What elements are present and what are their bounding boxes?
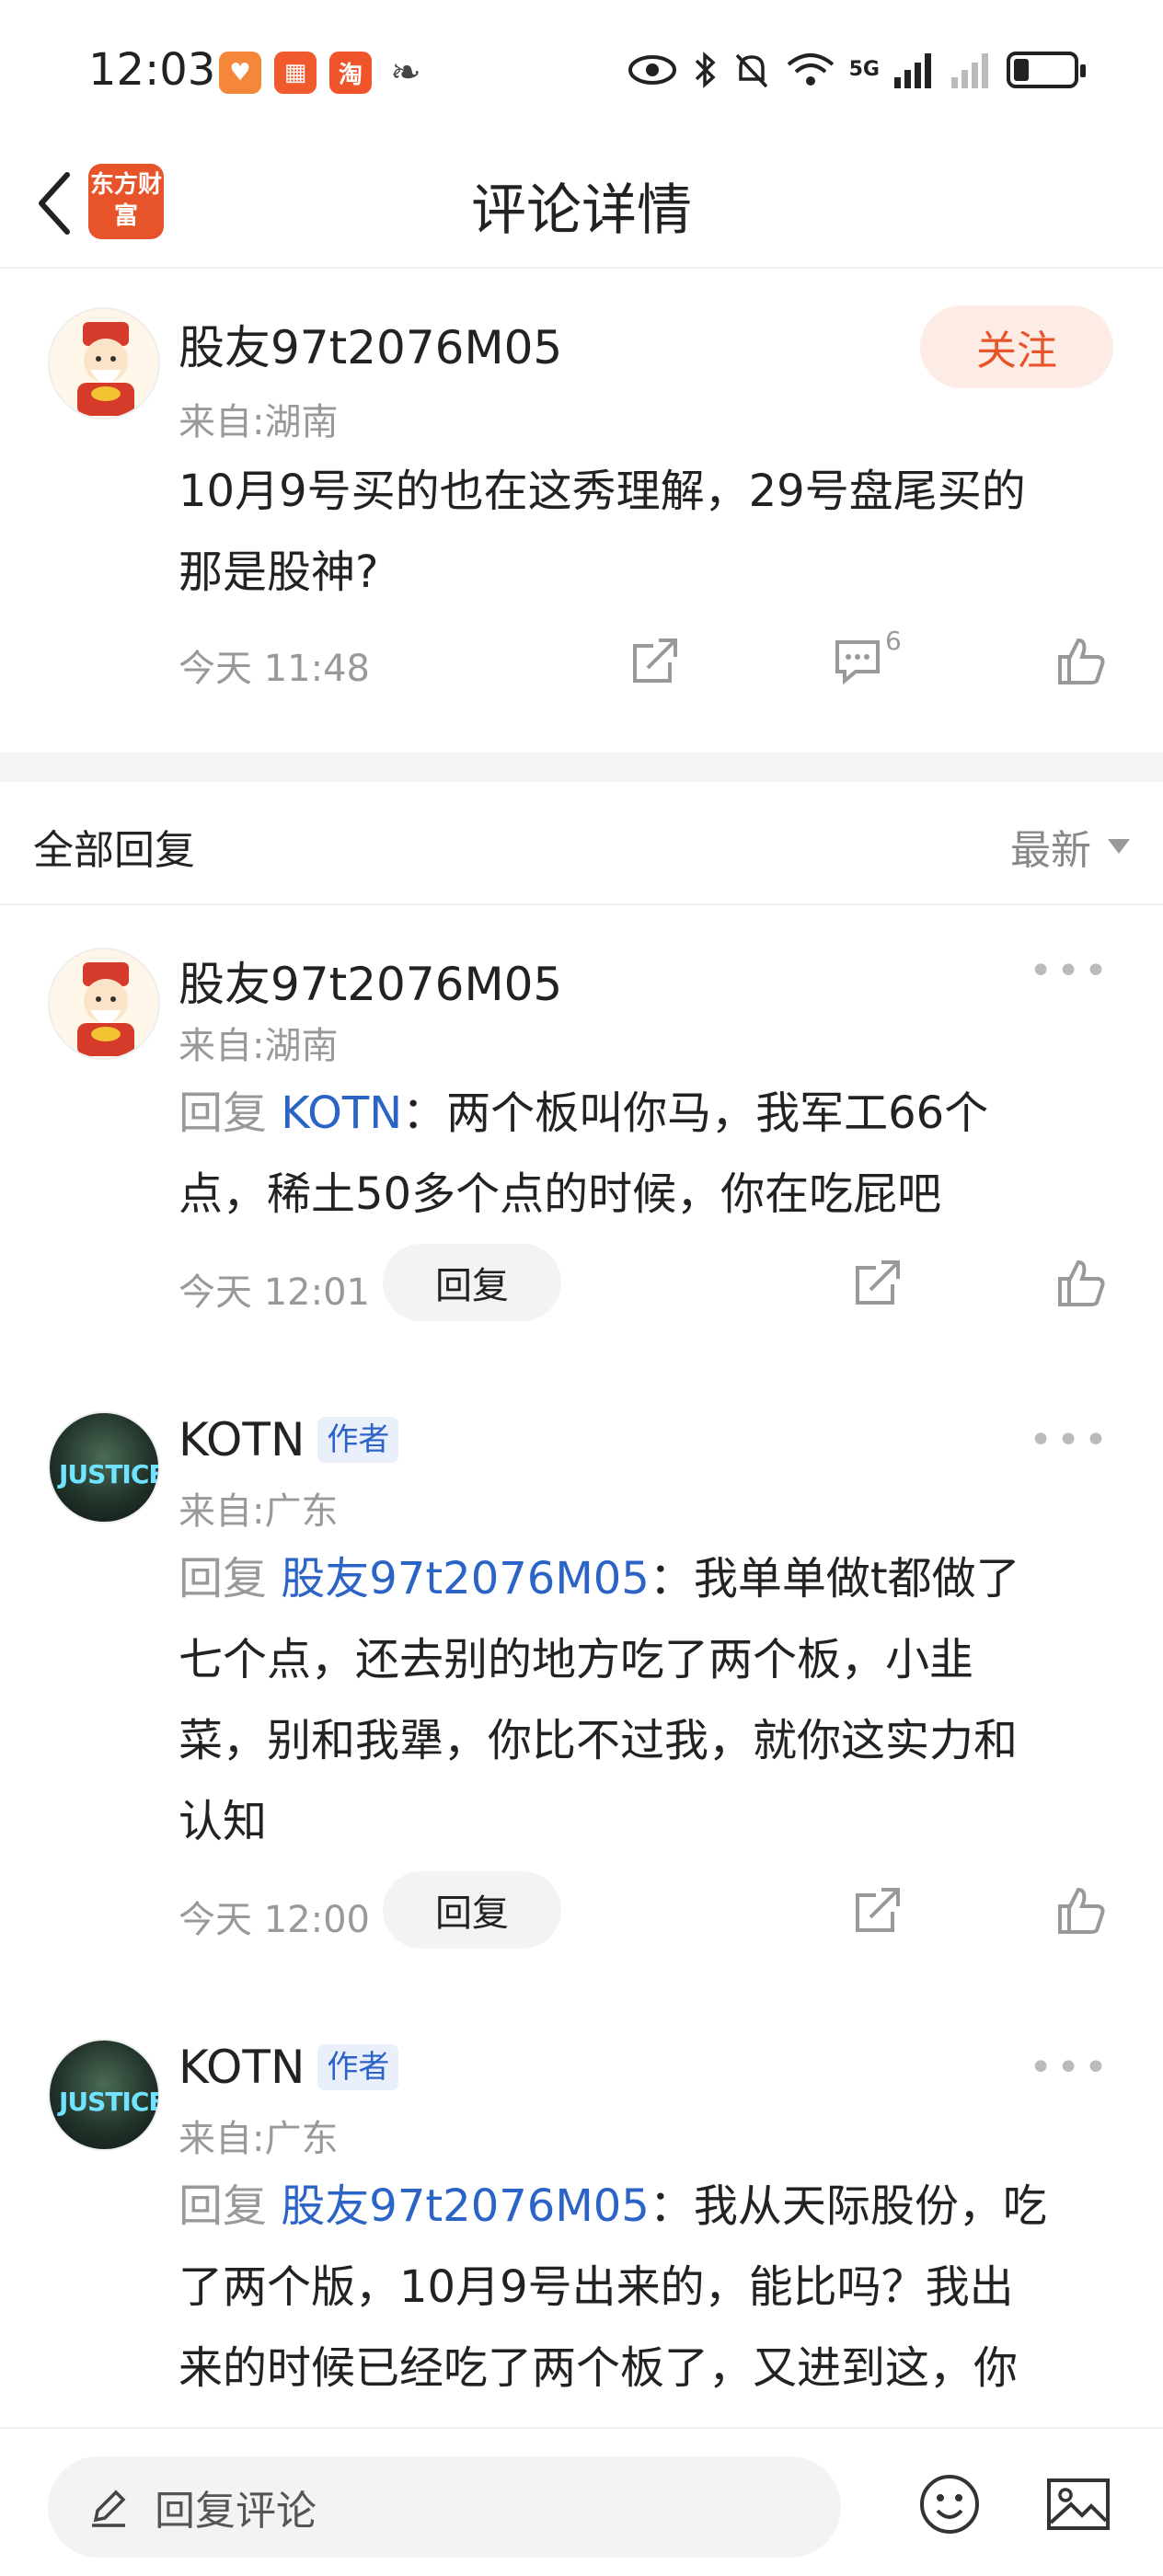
battery-icon <box>1007 52 1086 88</box>
avatar[interactable] <box>48 948 160 1060</box>
share-icon <box>856 1260 900 1305</box>
reply-text-line: 回复 股友97t2076M05：我从天际股份，吃 <box>178 2166 1126 2247</box>
reply-input[interactable]: 回复评论 <box>48 2456 841 2558</box>
thumbs-up-icon <box>1058 1887 1105 1934</box>
more-options-button[interactable]: ••• <box>1029 948 1111 995</box>
reply-count-badge: 6 <box>885 626 902 656</box>
bottom-reply-bar: 回复评论 <box>0 2427 1163 2576</box>
smiley-icon <box>920 2475 979 2534</box>
section-divider <box>0 753 1163 782</box>
comment-button[interactable] <box>824 627 891 694</box>
status-indicators: 5G <box>627 50 1086 90</box>
share-button[interactable] <box>622 627 688 694</box>
sort-dropdown[interactable]: 最新 <box>1010 817 1130 876</box>
comment-bubble-icon <box>835 640 880 685</box>
mute-bell-icon <box>735 53 767 88</box>
taobao-app-icon: 淘 <box>329 52 372 94</box>
more-options-button[interactable]: ••• <box>1029 2044 1111 2091</box>
pencil-icon <box>92 2490 126 2527</box>
reply-text-segment: ：两个板叫你马，我军工66个 <box>402 1087 989 1139</box>
reply-to-user-link[interactable]: 股友97t2076M05 <box>281 1553 650 1604</box>
reply-button[interactable]: 回复 <box>383 1244 561 1321</box>
wifi-icon <box>787 53 834 86</box>
comment-text: 10月9号买的也在这秀理解，29号盘尾买的 那是股神? <box>178 451 1126 613</box>
reply-text-line: 回复 股友97t2076M05：我单单做t都做了 <box>178 1538 1126 1619</box>
reply-text-line: 来的时候已经吃了两个板了，又进到这，你 <box>178 2342 1019 2394</box>
reply-text-line: 了两个版，10月9号出来的，能比吗？我出 <box>178 2261 1014 2313</box>
follow-button[interactable]: 关注 <box>920 305 1113 388</box>
top-nav-bar: 东方财富 评论详情 <box>0 138 1163 269</box>
reply-username-text: KOTN <box>178 1413 305 1466</box>
reply-to-user-link[interactable]: 股友97t2076M05 <box>281 2180 650 2232</box>
author-badge: 作者 <box>317 1417 399 1463</box>
reply-location: 来自:广东 <box>178 2118 339 2160</box>
comment-time: 今天 11:48 <box>178 648 370 690</box>
image-button[interactable] <box>1043 2469 1113 2539</box>
network-type: 5G <box>848 58 880 81</box>
reply-text-line: 认知 <box>178 1796 268 1847</box>
thumbs-up-icon <box>1058 1259 1105 1306</box>
share-icon <box>633 638 677 683</box>
reply-prefix: 回复 <box>178 2180 268 2232</box>
reply-username-text: KOTN <box>178 2041 305 2094</box>
emoji-button[interactable] <box>915 2469 985 2539</box>
reply-button[interactable]: 回复 <box>383 1871 561 1949</box>
avatar-text: JUSTICE <box>59 2087 160 2117</box>
section-line <box>0 903 1163 905</box>
caishen-avatar-icon <box>77 962 134 1056</box>
reply-to-user-link[interactable]: KOTN <box>281 1087 402 1139</box>
leaf-app-icon: ❧ <box>390 52 421 94</box>
avatar[interactable]: JUSTICE <box>48 2039 160 2151</box>
like-button[interactable] <box>1047 627 1113 694</box>
sort-label: 最新 <box>1010 827 1091 874</box>
reply-text-line: 七个点，还去别的地方吃了两个板，小韭 <box>178 1634 974 1685</box>
page-title: 评论详情 <box>471 178 692 243</box>
comment-username[interactable]: 股友97t2076M05 <box>178 311 562 377</box>
reply-input-placeholder: 回复评论 <box>155 2488 317 2535</box>
eye-icon <box>628 55 676 85</box>
more-options-button[interactable]: ••• <box>1029 1417 1111 1464</box>
reply-username[interactable]: KOTN 作者 <box>178 2041 399 2094</box>
avatar[interactable] <box>48 307 160 420</box>
share-icon <box>856 1888 900 1932</box>
grid-app-icon: ▦ <box>274 52 317 94</box>
reply-username[interactable]: 股友97t2076M05 <box>178 948 562 1014</box>
comment-text-line: 那是股神? <box>178 546 379 598</box>
reply-location: 来自:湖南 <box>178 1025 339 1067</box>
reply-text: 回复 股友97t2076M05：我单单做t都做了 七个点，还去别的地方吃了两个板… <box>178 1538 1126 1862</box>
thumbs-up-icon <box>1058 638 1105 684</box>
bluetooth-icon <box>695 52 716 88</box>
all-replies-title: 全部回复 <box>33 827 195 874</box>
share-button[interactable] <box>845 1249 911 1316</box>
reply-prefix: 回复 <box>178 1553 268 1604</box>
comment-location: 来自:湖南 <box>178 401 339 443</box>
status-bar: 12:03 ♥ ▦ 淘 ❧ 5G <box>0 0 1163 138</box>
caret-down-icon <box>1108 839 1130 854</box>
heart-app-icon: ♥ <box>219 52 261 94</box>
reply-prefix: 回复 <box>178 1087 268 1139</box>
image-icon <box>1047 2478 1110 2530</box>
status-time: 12:03 <box>88 44 216 96</box>
avatar-text: JUSTICE <box>59 1459 160 1489</box>
like-button[interactable] <box>1047 1249 1113 1316</box>
signal-icon <box>894 53 931 88</box>
author-badge: 作者 <box>317 2044 399 2090</box>
signal-weak-icon <box>951 53 988 88</box>
reply-text: 回复 KOTN：两个板叫你马，我军工66个 点，稀土50多个点的时候，你在吃屁吧 <box>178 1073 1126 1235</box>
reply-text-segment: ：我单单做t都做了 <box>649 1553 1020 1604</box>
like-button[interactable] <box>1047 1877 1113 1943</box>
reply-location: 来自:广东 <box>178 1490 339 1533</box>
avatar[interactable]: JUSTICE <box>48 1411 160 1524</box>
caishen-avatar-icon <box>77 322 134 416</box>
share-button[interactable] <box>845 1877 911 1943</box>
reply-text: 回复 股友97t2076M05：我从天际股份，吃 了两个版，10月9号出来的，能… <box>178 2166 1126 2409</box>
reply-text-line: 回复 KOTN：两个板叫你马，我军工66个 <box>178 1073 1126 1154</box>
reply-text-segment: ：我从天际股份，吃 <box>649 2180 1047 2232</box>
reply-text-line: 菜，别和我犟，你比不过我，就你这实力和 <box>178 1715 1019 1766</box>
reply-text-line: 点，稀土50多个点的时候，你在吃屁吧 <box>178 1168 942 1220</box>
reply-time: 今天 12:01 <box>178 1271 370 1314</box>
reply-username[interactable]: KOTN 作者 <box>178 1413 399 1466</box>
comment-text-line: 10月9号买的也在这秀理解，29号盘尾买的 <box>178 466 1026 517</box>
reply-time: 今天 12:00 <box>178 1899 370 1941</box>
